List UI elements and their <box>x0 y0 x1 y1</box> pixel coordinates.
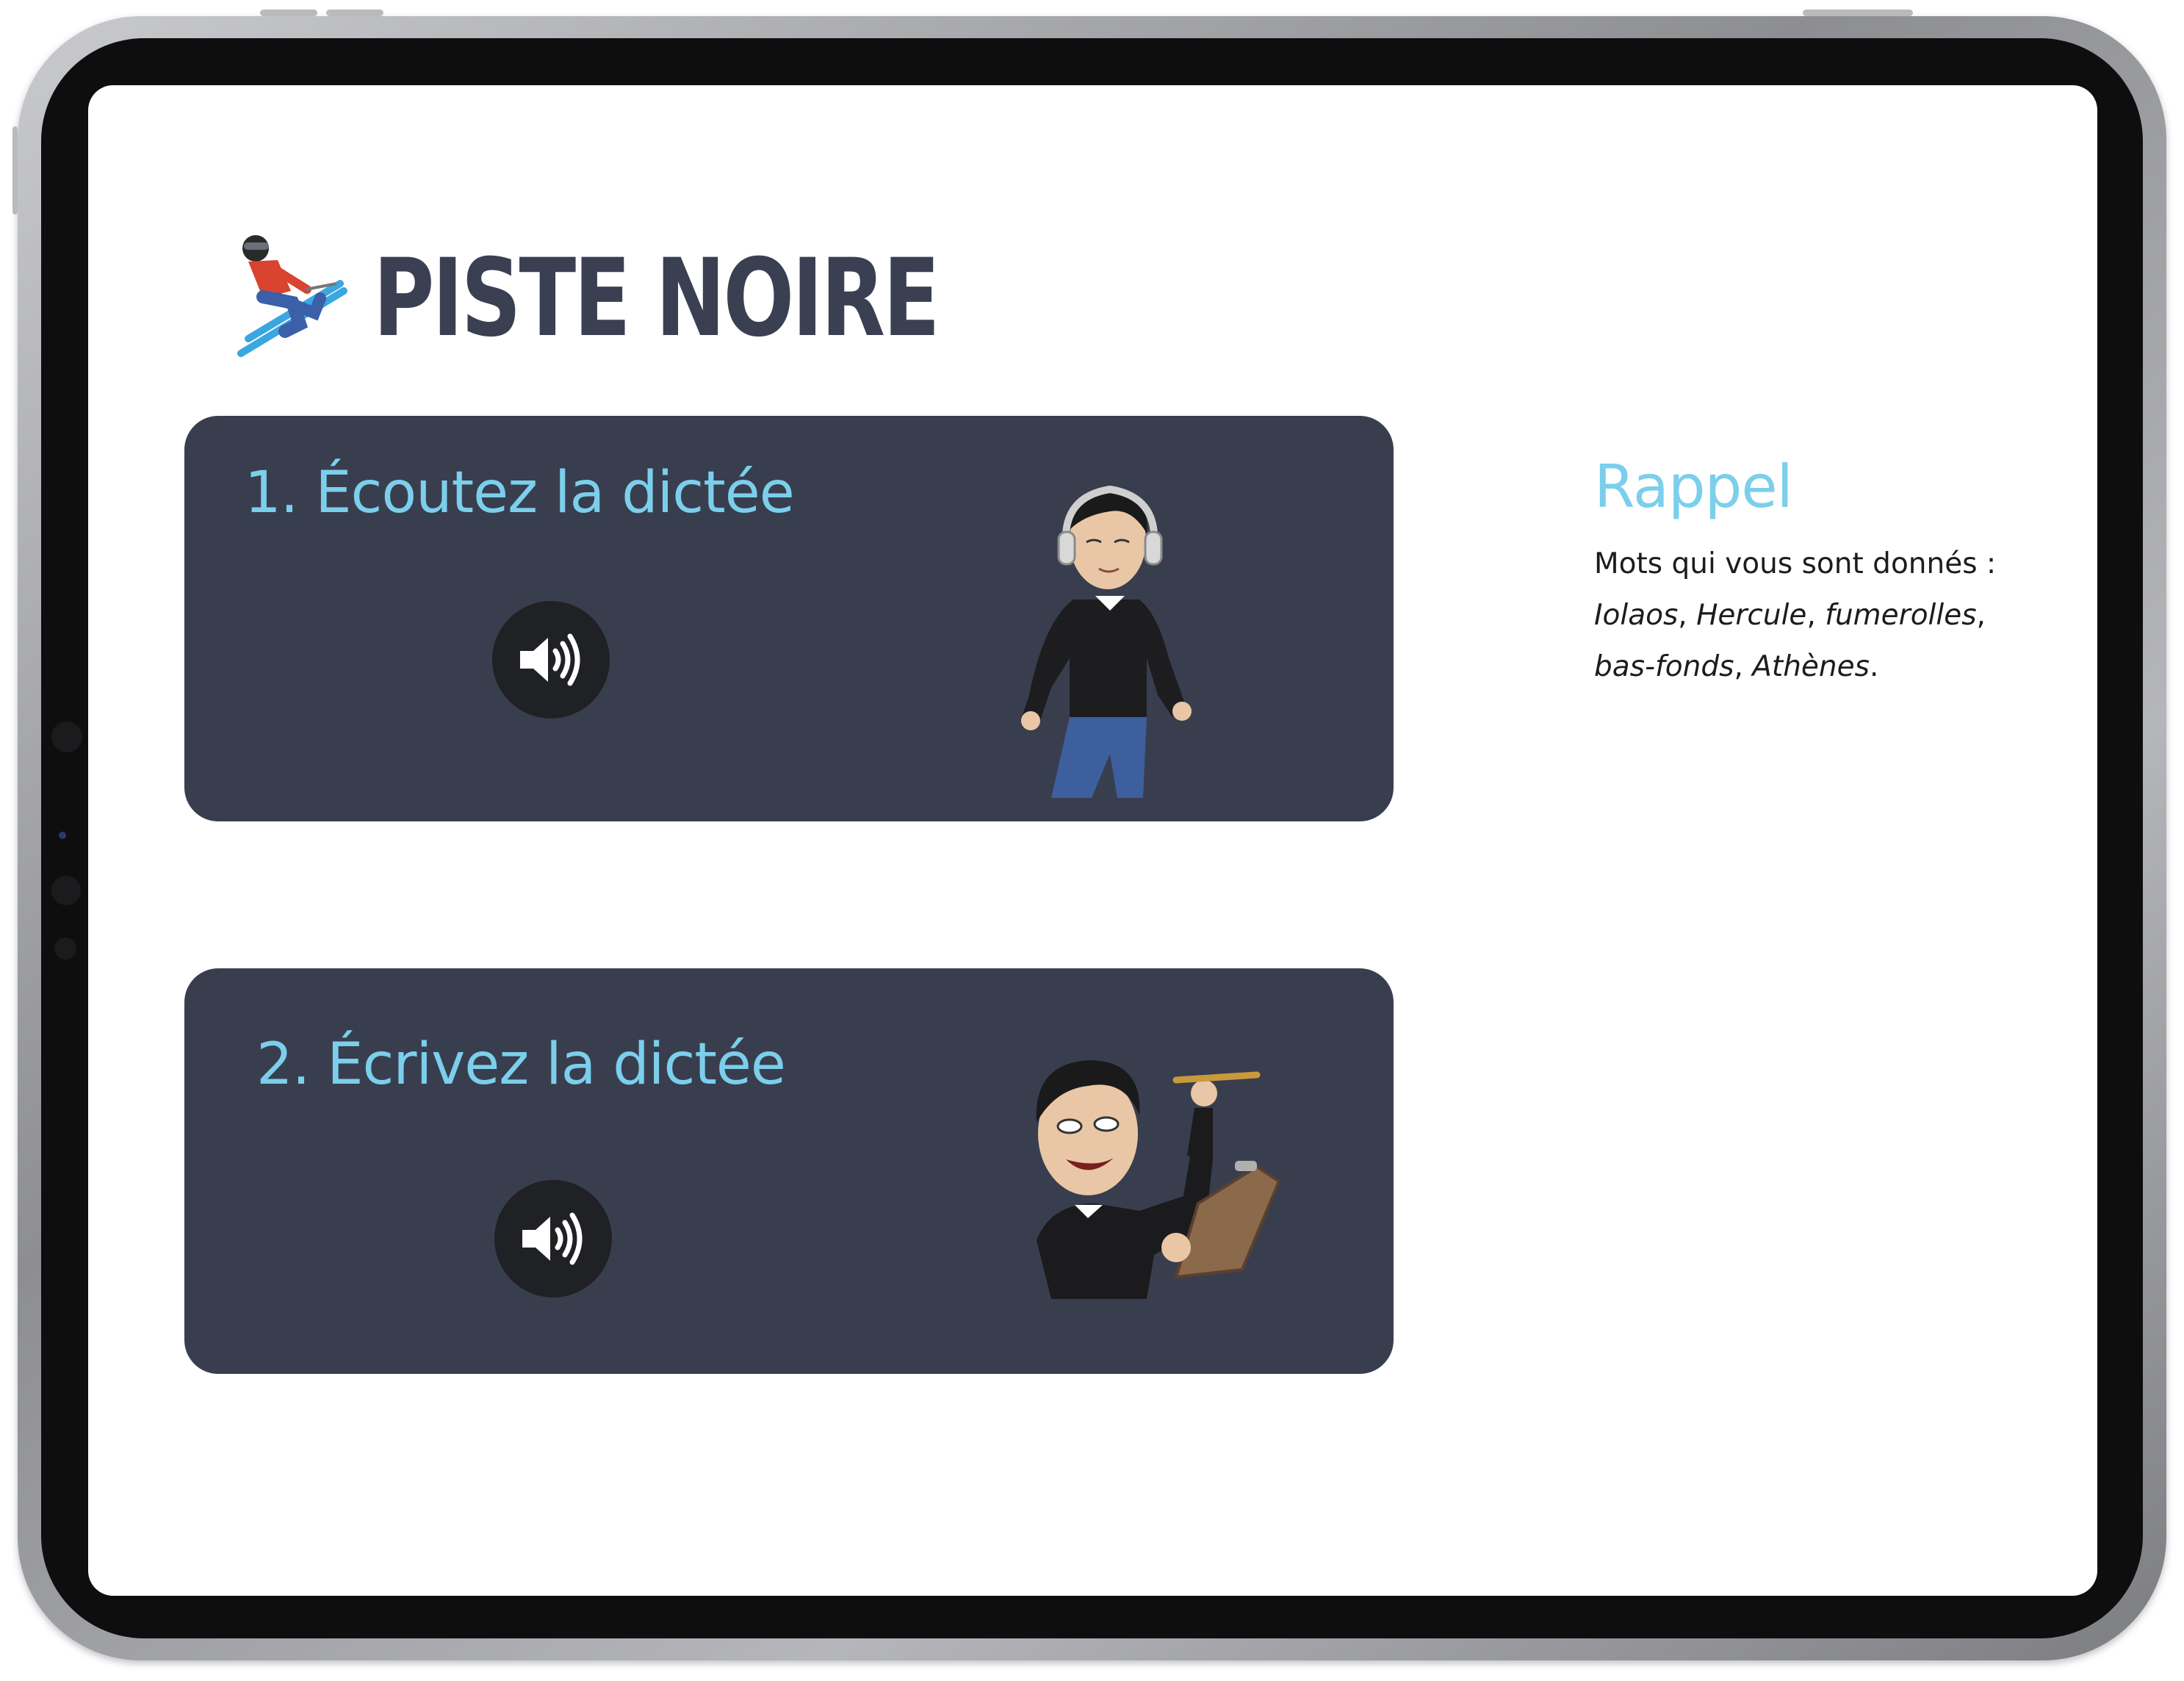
avatar-headphones <box>1021 485 1192 798</box>
camera-dot <box>51 876 81 905</box>
reminder-panel: Rappel Mots qui vous sont donnés : Iolao… <box>1594 453 2005 693</box>
sensor-dot <box>54 937 76 960</box>
avatar-writing-clipboard <box>1036 1060 1281 1299</box>
hardware-button <box>1803 10 1913 16</box>
write-card: 2. Écrivez la dictée <box>184 968 1394 1374</box>
given-word: Athènes <box>1752 650 1870 683</box>
listen-card-title: 1. Écoutez la dictée <box>245 460 795 526</box>
given-word: Hercule <box>1696 599 1807 632</box>
period: . <box>1869 650 1879 683</box>
reminder-text: Mots qui vous sont donnés : Iolaos, Herc… <box>1594 539 2005 693</box>
separator: , <box>1734 650 1753 683</box>
page-title: PISTE NOIRE <box>373 236 940 361</box>
skier-icon <box>237 235 347 357</box>
write-card-title: 2. Écrivez la dictée <box>256 1032 786 1098</box>
camera-dot <box>51 721 82 752</box>
listen-card: 1. Écoutez la dictée <box>184 416 1394 821</box>
separator: , <box>1678 599 1697 632</box>
sensor-dot <box>59 832 66 839</box>
hardware-button <box>260 10 317 16</box>
screen: PISTE NOIRE 1. Écoutez la dictée 2. Écri… <box>88 85 2097 1596</box>
separator: , <box>1806 599 1826 632</box>
play-audio-button[interactable] <box>492 601 610 719</box>
page-header: PISTE NOIRE <box>234 232 1097 364</box>
speaker-icon <box>522 1212 583 1265</box>
play-audio-button[interactable] <box>494 1180 612 1297</box>
given-word: fumerolles <box>1825 599 1977 632</box>
reminder-title: Rappel <box>1594 453 1793 521</box>
speaker-icon <box>520 633 580 686</box>
reminder-intro: Mots qui vous sont donnés : <box>1594 547 1997 580</box>
given-word: Iolaos <box>1594 599 1679 632</box>
hardware-button <box>326 10 383 16</box>
hardware-button <box>12 126 18 215</box>
given-word: bas-fonds <box>1594 650 1734 683</box>
separator: , <box>1976 599 1986 632</box>
